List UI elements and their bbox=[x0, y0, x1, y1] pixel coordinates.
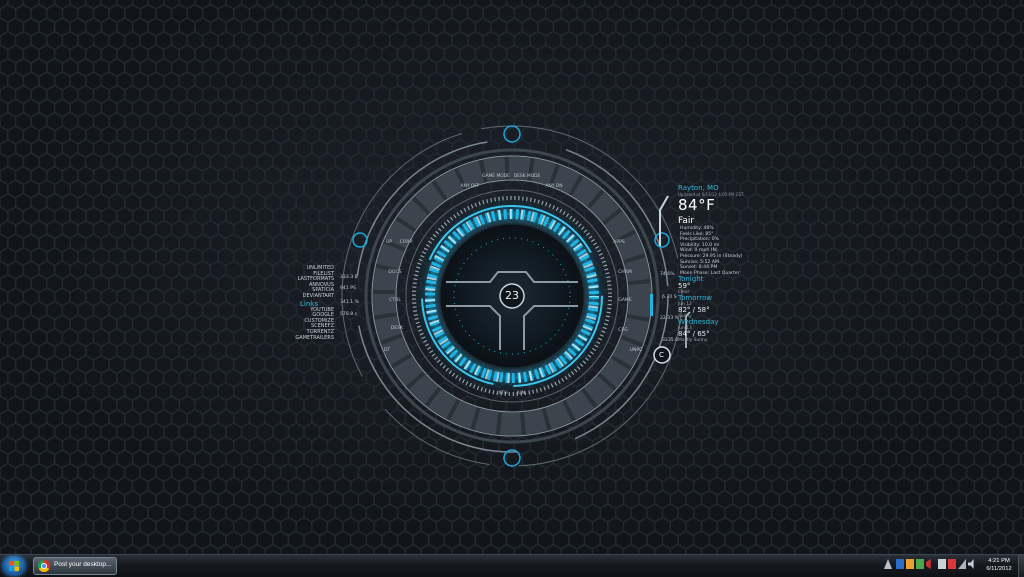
hud-button-game-mode[interactable]: GAME MODE bbox=[482, 174, 510, 179]
clock-date: 6/11/2012 bbox=[986, 566, 1012, 572]
taskbar: Post your desktop... 4:21 PM 6/11/2012 bbox=[0, 554, 1024, 577]
stat-left-3: 341.1 % bbox=[340, 300, 359, 305]
stat-right-3: 22.33 % bbox=[660, 316, 679, 321]
c-button-label[interactable]: C bbox=[659, 351, 664, 359]
taskbar-chrome-window[interactable]: Post your desktop... bbox=[33, 557, 117, 575]
hud-button-chrm[interactable]: CHRM bbox=[614, 270, 636, 275]
tray-app-icon-2[interactable] bbox=[906, 559, 914, 569]
clock-time: 4:21 PM bbox=[988, 558, 1010, 564]
forecast-tomorrow-label: Tomorrow bbox=[678, 294, 712, 303]
forecast-tonight-label: Tonight bbox=[678, 275, 704, 284]
stat-right-4: 3335.0 bbox=[662, 338, 679, 343]
top-circle-icon[interactable] bbox=[503, 125, 521, 143]
hud-button-ctrl[interactable]: CTRL bbox=[384, 298, 406, 303]
tray-app-icon-4[interactable] bbox=[938, 559, 946, 569]
forecast-wednesday-cond: Mostly Sunny bbox=[678, 338, 708, 344]
hud-button-any-off[interactable]: ANY OFF bbox=[456, 184, 484, 189]
network-icon[interactable] bbox=[958, 559, 966, 569]
stat-right-1: 74.6% bbox=[660, 272, 675, 277]
taskbar-window-title: Post your desktop... bbox=[54, 561, 112, 568]
hud-button-jun[interactable]: JUN bbox=[510, 391, 532, 396]
start-button[interactable] bbox=[2, 556, 26, 576]
stat-left-4: 578.8 s bbox=[340, 312, 358, 317]
hud-button-any-on[interactable]: ANY ON bbox=[540, 184, 568, 189]
center-counter: 23 bbox=[505, 289, 519, 302]
tray-app-icon-5[interactable] bbox=[948, 559, 956, 569]
volume-icon[interactable] bbox=[968, 559, 974, 569]
forecast-wednesday-label: Wednesday bbox=[678, 318, 719, 327]
hud-button-apps[interactable]: APPS bbox=[608, 240, 630, 245]
stat-left-1: 333.3 B bbox=[340, 275, 358, 280]
tray-app-icon[interactable] bbox=[896, 559, 904, 569]
right-gauge bbox=[650, 294, 653, 316]
weather-city: Rayton, MO bbox=[678, 184, 719, 192]
links-panel: UNLIMITED FILELIST LASTFORMATS ANNOVUS S… bbox=[284, 265, 334, 342]
hud-widget bbox=[341, 125, 691, 467]
tray-up-arrow-icon[interactable] bbox=[884, 559, 892, 569]
hud-button-desk[interactable]: DESK bbox=[386, 326, 408, 331]
stat-left-2: 941 PS bbox=[340, 286, 356, 291]
forecast-tomorrow-temp: 82° / 58° bbox=[678, 306, 710, 315]
hud-button-game[interactable]: GAME bbox=[614, 298, 636, 303]
desktop: ANY OFF GAME MODE DESK MODE ANY ON UP CO… bbox=[0, 0, 1024, 554]
tray-app-icon-3[interactable] bbox=[916, 559, 924, 569]
hud-button-corp[interactable]: CORP bbox=[395, 240, 417, 245]
left-circle-icon[interactable] bbox=[352, 232, 368, 248]
stat-right-2: 6.70 S bbox=[662, 295, 677, 300]
weather-temperature: 84°F bbox=[678, 196, 716, 214]
hud-button-cfg[interactable]: CFG bbox=[612, 328, 634, 333]
tray-flag-icon[interactable] bbox=[926, 559, 931, 569]
weather-panel: Rayton, MO Updated at 6/11/12 4:05 PM CS… bbox=[678, 184, 788, 343]
hud-button-docs[interactable]: DOCS bbox=[384, 270, 406, 275]
link-gametrailers[interactable]: GAMETRAILERS bbox=[284, 335, 334, 342]
chrome-icon bbox=[38, 560, 50, 572]
weather-details: Humidity: 48% Feels Like: 85° Precipitat… bbox=[680, 226, 788, 276]
windows-logo-icon bbox=[9, 561, 19, 571]
weather-condition: Fair bbox=[678, 216, 695, 226]
hud-button-dt[interactable]: DT bbox=[376, 348, 398, 353]
hud-button-unpc[interactable]: UNPC bbox=[625, 348, 647, 353]
right-bracket bbox=[659, 195, 669, 246]
hud-button-desk-mode[interactable]: DESK MODE bbox=[513, 174, 541, 179]
taskbar-clock[interactable]: 4:21 PM 6/11/2012 bbox=[976, 557, 1022, 573]
show-desktop-button[interactable] bbox=[1018, 555, 1024, 577]
forecast-tonight-temp: 59° bbox=[678, 282, 691, 291]
